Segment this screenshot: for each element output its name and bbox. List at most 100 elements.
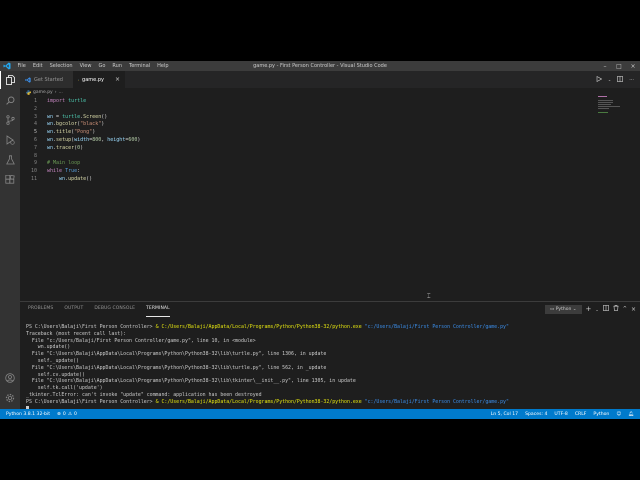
menu-item-terminal[interactable]: Terminal <box>126 61 154 71</box>
tab-problems[interactable]: PROBLEMS <box>28 302 53 316</box>
python-file-icon <box>78 79 80 80</box>
editor-actions: ⌄ ··· <box>596 71 634 88</box>
terminal-line: PS C:\Users\Balaji\First Person Controll… <box>26 324 509 330</box>
menu-item-run[interactable]: Run <box>109 61 126 71</box>
menu-item-view[interactable]: View <box>76 61 95 71</box>
code-text: # Main loop <box>47 160 81 167</box>
testing-icon[interactable] <box>0 151 20 169</box>
line-number: 5 <box>33 129 37 136</box>
breadcrumb: game.py › ... <box>20 88 63 96</box>
status-right: Ln 5, Col 17 Spaces: 4 UTF-8 CRLF Python… <box>491 409 634 419</box>
chevron-up-icon[interactable]: ^ <box>623 306 627 312</box>
code-line[interactable]: 5 wn.title("Pong") <box>20 128 620 136</box>
bottom-panel: PROBLEMS OUTPUT DEBUG CONSOLE TERMINAL ▭… <box>20 301 640 412</box>
account-icon[interactable] <box>0 369 20 387</box>
code-line[interactable]: 4 wn.bgcolor("black") <box>20 120 620 128</box>
line-number: 2 <box>33 105 37 112</box>
menu-item-go[interactable]: Go <box>95 61 109 71</box>
source-control-icon[interactable] <box>0 111 20 129</box>
explorer-icon[interactable] <box>0 71 20 89</box>
add-icon[interactable]: + <box>586 305 592 313</box>
terminal-output[interactable]: PS C:\Users\Balaji\First Person Controll… <box>26 324 636 412</box>
tab-get-started[interactable]: Get Started <box>20 71 73 88</box>
breadcrumb-file[interactable]: game.py <box>33 90 53 95</box>
mouse-cursor-icon: ⌶ <box>427 293 431 300</box>
vscode-window: File Edit Selection View Go Run Terminal Help g… <box>0 61 640 419</box>
line-number: 3 <box>33 113 37 120</box>
settings-gear-icon[interactable] <box>0 389 20 407</box>
extensions-icon[interactable] <box>0 171 20 189</box>
terminal-line: self._update() <box>26 357 79 364</box>
menu-item-edit[interactable]: Edit <box>29 61 46 71</box>
run-debug-icon[interactable] <box>0 131 20 149</box>
tab-label: Get Started <box>34 76 63 83</box>
activity-bar <box>0 71 20 409</box>
line-number: 9 <box>33 160 37 167</box>
menu-item-selection[interactable]: Selection <box>46 61 76 71</box>
tab-debug-console[interactable]: DEBUG CONSOLE <box>94 302 135 316</box>
more-actions-icon[interactable]: ··· <box>629 77 634 83</box>
close-tab-icon[interactable]: × <box>115 76 120 83</box>
code-text: import turtle <box>47 98 87 104</box>
end-of-line[interactable]: CRLF <box>575 412 587 417</box>
breadcrumb-trail[interactable]: ... <box>59 90 63 95</box>
status-left: Python 3.8.1 32-bit ⊗ 0 ⚠ 0 <box>6 409 77 419</box>
vscode-logo-icon <box>25 76 31 83</box>
code-line[interactable]: 7 wn.tracer(0) <box>20 144 620 152</box>
panel-tabs: PROBLEMS OUTPUT DEBUG CONSOLE TERMINAL <box>20 302 181 317</box>
code-line[interactable]: 2 <box>20 105 620 113</box>
close-icon[interactable]: × <box>631 306 636 313</box>
error-count: 0 <box>62 411 66 417</box>
trash-icon[interactable] <box>613 305 619 313</box>
code-line[interactable]: 10 while True: <box>20 167 620 175</box>
close-icon[interactable]: × <box>626 61 640 71</box>
chevron-down-icon[interactable]: ⌄ <box>595 307 598 312</box>
terminal-line: File "C:\Users\Balaji\AppData\Local\Prog… <box>26 351 327 358</box>
code-text: wn.tracer(0) <box>47 144 84 151</box>
maximize-icon[interactable]: □ <box>612 61 626 71</box>
code-line[interactable]: 1 import turtle <box>20 97 620 105</box>
terminal-line: self.tk.call('update') <box>26 385 103 392</box>
breadcrumb-separator-icon: › <box>54 89 57 95</box>
menu-item-help[interactable]: Help <box>154 61 172 71</box>
code-line[interactable]: 11 wn.update() <box>20 175 620 183</box>
split-icon[interactable] <box>602 305 609 313</box>
tab-output[interactable]: OUTPUT <box>64 302 83 316</box>
code-line[interactable]: 3 wn = turtle.Screen() <box>20 113 620 121</box>
problems-indicator[interactable]: ⊗ 0 ⚠ 0 <box>57 412 77 417</box>
line-number: 10 <box>30 168 37 175</box>
window-controls: – □ × <box>598 61 640 71</box>
encoding[interactable]: UTF-8 <box>554 412 567 417</box>
language-mode[interactable]: Python <box>593 412 609 417</box>
code-editor[interactable]: 1 import turtle 2 3 wn = turtle.Screen() 4 wn.… <box>20 96 640 301</box>
tab-terminal[interactable]: TERMINAL <box>146 302 170 317</box>
menu-item-file[interactable]: File <box>14 61 29 71</box>
code-line[interactable]: 9 # Main loop <box>20 159 620 167</box>
indentation[interactable]: Spaces: 4 <box>525 412 547 417</box>
line-number: 11 <box>30 176 37 182</box>
split-editor-icon[interactable] <box>617 75 624 84</box>
code-line[interactable]: 8 <box>20 152 620 160</box>
terminal-line: PS C:\Users\Balaji\First Person Controll… <box>26 398 509 405</box>
chevron-down-icon[interactable]: ⌄ <box>608 77 611 82</box>
search-icon[interactable] <box>0 91 20 109</box>
python-interpreter[interactable]: Python 3.8.1 32-bit <box>6 412 50 417</box>
tab-game-py[interactable]: game.py × <box>73 71 125 88</box>
line-number: 8 <box>33 152 37 159</box>
minimap[interactable] <box>598 96 628 116</box>
tab-label: game.py <box>82 76 104 83</box>
terminal-line: _tkinter.TclError: can't invoke "update"… <box>26 391 262 398</box>
terminal-line: File "C:\Users\Balaji\AppData\Local\Prog… <box>26 378 356 385</box>
notifications-icon[interactable]: 🔔︎ <box>628 412 634 417</box>
line-number: 7 <box>33 144 37 151</box>
run-python-file-icon[interactable] <box>596 75 602 84</box>
vscode-logo-icon[interactable] <box>0 61 14 71</box>
code-line[interactable]: 6 wn.setup(width=800, height=600) <box>20 136 620 144</box>
minimize-icon[interactable]: – <box>598 61 612 71</box>
status-bar: Python 3.8.1 32-bit ⊗ 0 ⚠ 0 Ln 5, Col 17… <box>0 409 640 419</box>
python-file-icon <box>26 89 31 95</box>
cursor-position[interactable]: Ln 5, Col 17 <box>491 412 518 417</box>
code-text: wn.update() <box>59 176 93 182</box>
terminal-select[interactable]: ▭ Python ⌄ <box>545 304 582 314</box>
feedback-icon[interactable]: ☺ <box>616 412 621 417</box>
